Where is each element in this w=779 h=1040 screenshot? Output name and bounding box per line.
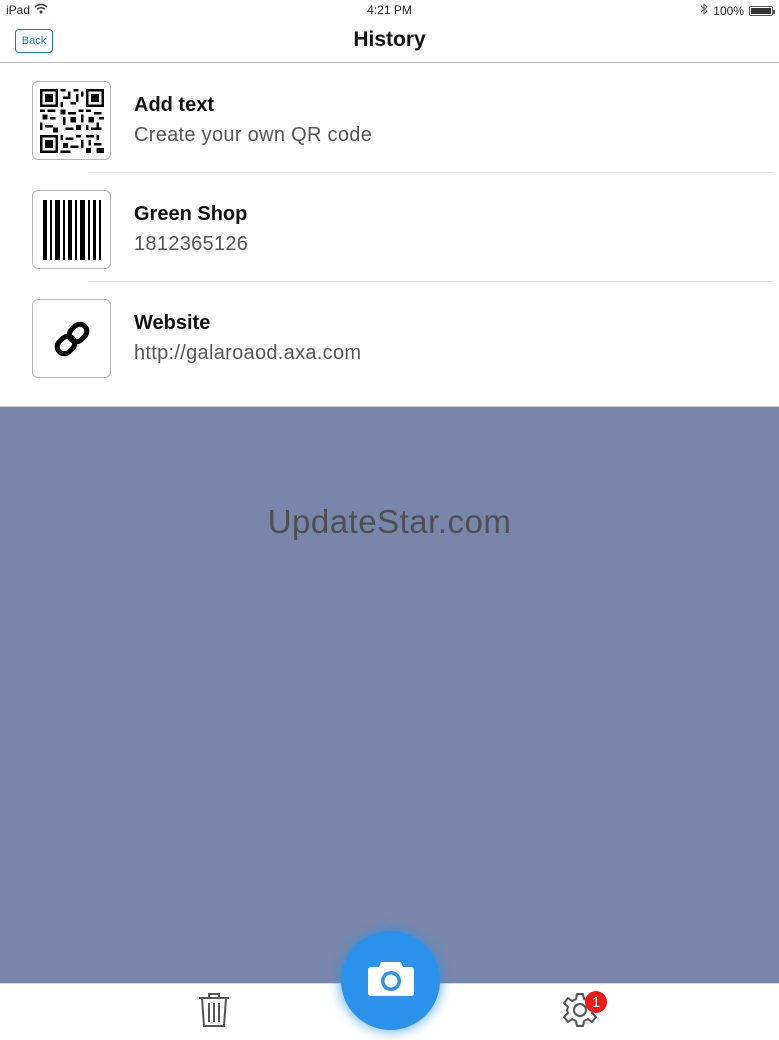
- history-item-subtitle: http://galaroaod.axa.com: [134, 342, 362, 364]
- status-right: 100%: [700, 2, 775, 18]
- bluetooth-icon: [700, 2, 709, 18]
- page-title: History: [353, 28, 426, 51]
- history-item-title: Website: [134, 312, 211, 334]
- delete-history-button[interactable]: [194, 991, 234, 1033]
- battery-percent: 100%: [713, 3, 744, 18]
- scanner-preview: UpdateStar.com: [0, 407, 779, 983]
- link-icon: [32, 299, 111, 378]
- barcode-icon: [32, 190, 111, 269]
- trash-icon: [197, 991, 231, 1034]
- settings-button[interactable]: 1: [558, 990, 607, 1034]
- camera-icon: [366, 958, 416, 1003]
- history-list: Add text Create your own QR code Green S…: [0, 64, 779, 407]
- status-bar: iPad 4:21 PM 100%: [0, 0, 779, 20]
- scan-camera-button[interactable]: [341, 931, 440, 1030]
- battery-icon: [749, 5, 775, 16]
- qr-code-icon: [32, 81, 111, 160]
- history-item-green-shop[interactable]: Green Shop 1812365126: [0, 173, 779, 282]
- notification-badge: 1: [585, 991, 607, 1013]
- history-item-title: Add text: [134, 94, 214, 116]
- nav-bar: Back History: [0, 20, 779, 63]
- watermark: UpdateStar.com: [267, 503, 512, 540]
- history-item-subtitle: Create your own QR code: [134, 124, 373, 146]
- status-time: 4:21 PM: [367, 3, 412, 17]
- history-item-website[interactable]: Website http://galaroaod.axa.com: [0, 282, 779, 391]
- history-item-add-text[interactable]: Add text Create your own QR code: [0, 64, 779, 173]
- history-item-title: Green Shop: [134, 203, 248, 225]
- history-item-subtitle: 1812365126: [134, 233, 249, 255]
